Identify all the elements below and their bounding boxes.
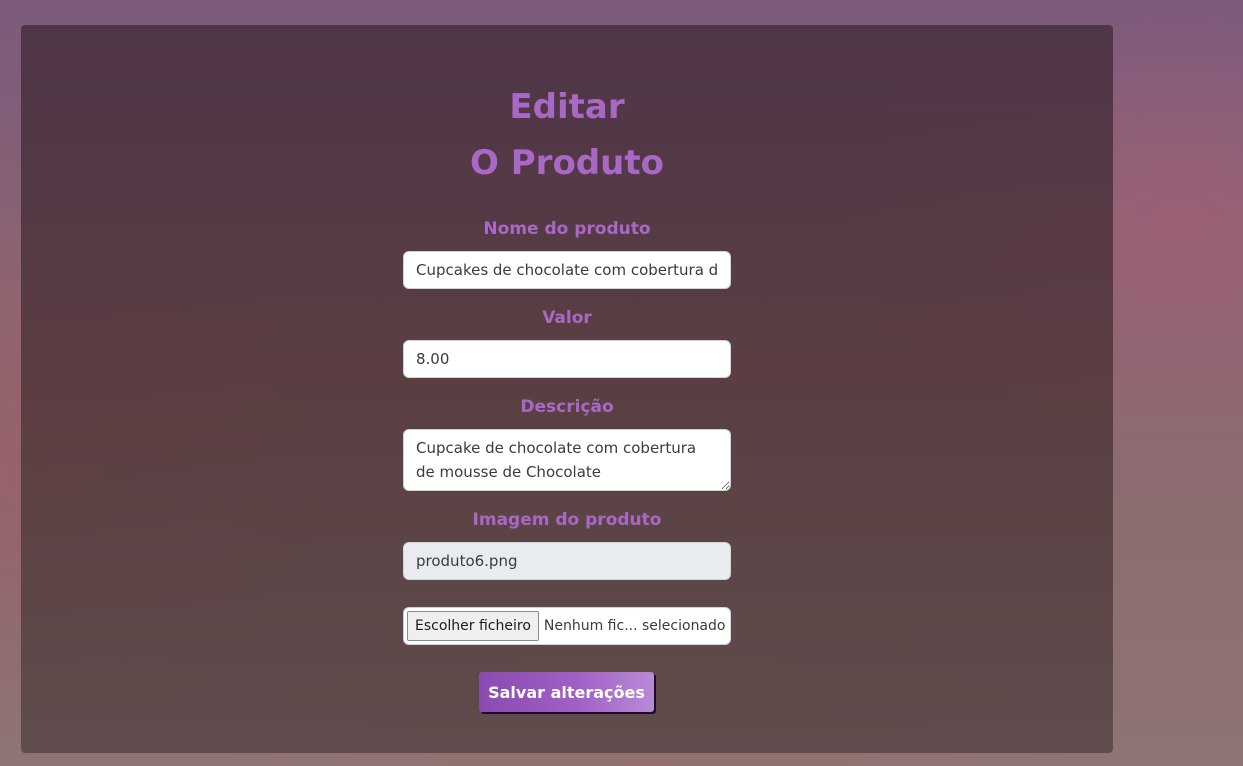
choose-file-button[interactable]: Escolher ficheiro <box>407 611 539 641</box>
product-image-label: Imagem do produto <box>472 510 662 530</box>
file-status-text: Nenhum fic... selecionado <box>543 618 726 634</box>
file-upload-field: Escolher ficheiro Nenhum fic... selecion… <box>403 607 731 645</box>
product-name-label: Nome do produto <box>483 219 651 239</box>
save-changes-button[interactable]: Salvar alterações <box>479 672 654 712</box>
product-name-input[interactable] <box>403 251 731 289</box>
page-title-line-2: O Produto <box>470 143 664 183</box>
description-textarea[interactable]: Cupcake de chocolate com cobertura de mo… <box>403 429 731 491</box>
edit-product-card: Editar O Produto Nome do produto Valor D… <box>21 25 1113 753</box>
current-image-field <box>403 542 731 580</box>
page-title-line-1: Editar <box>509 87 625 127</box>
price-label: Valor <box>542 308 592 328</box>
price-input[interactable] <box>403 340 731 378</box>
description-label: Descrição <box>520 397 614 417</box>
